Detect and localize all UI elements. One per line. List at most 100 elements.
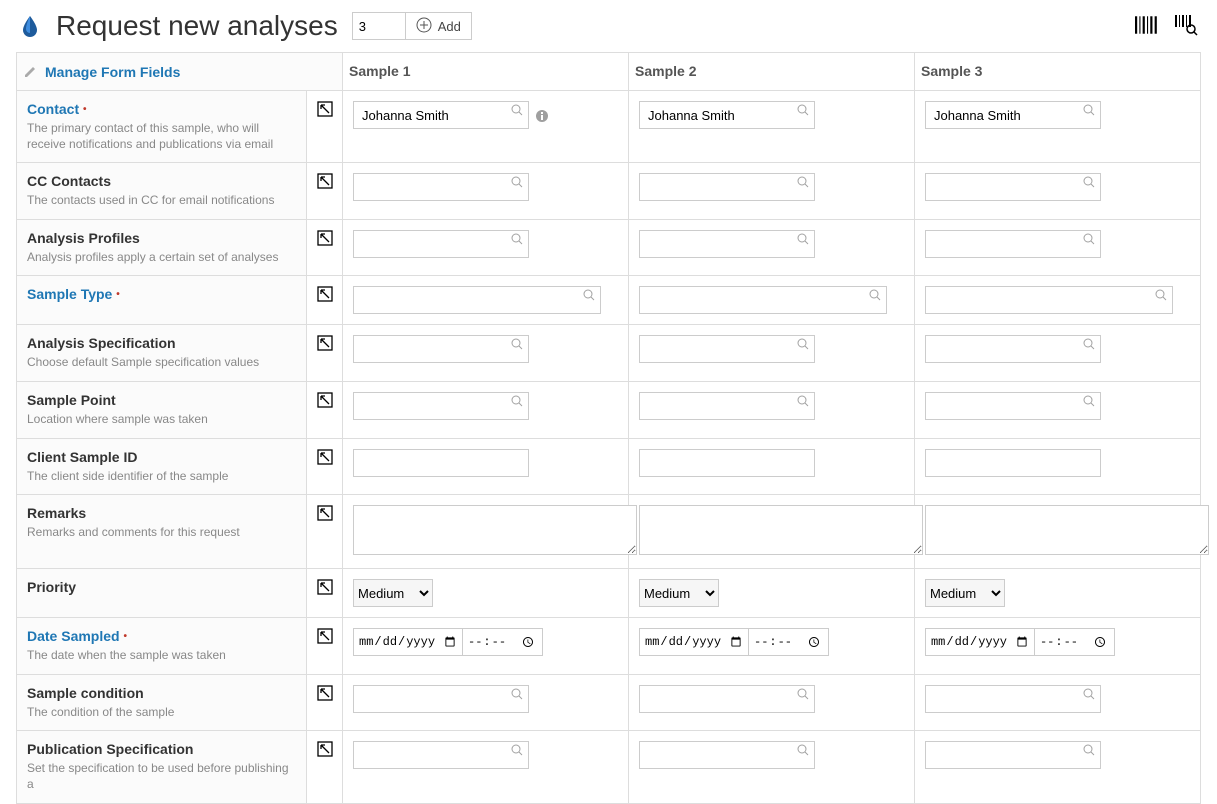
copy-across-icon[interactable] bbox=[317, 286, 333, 302]
search-icon[interactable] bbox=[1083, 395, 1095, 410]
client_sample_id-input[interactable] bbox=[639, 449, 815, 477]
analysis_specification-input[interactable] bbox=[925, 335, 1101, 363]
search-icon[interactable] bbox=[1083, 104, 1095, 119]
search-icon[interactable] bbox=[797, 233, 809, 248]
analysis_specification-input[interactable] bbox=[639, 335, 815, 363]
field-description: The primary contact of this sample, who … bbox=[27, 121, 296, 152]
field-row-analysis_profiles: Analysis ProfilesAnalysis profiles apply… bbox=[17, 219, 1201, 276]
field-row-date_sampled: Date Sampled •The date when the sample w… bbox=[17, 618, 1201, 675]
search-icon[interactable] bbox=[511, 338, 523, 353]
sample_type-input[interactable] bbox=[639, 286, 887, 314]
contact-input[interactable] bbox=[639, 101, 815, 129]
copy-across-icon[interactable] bbox=[317, 101, 333, 117]
field-row-cc_contacts: CC ContactsThe contacts used in CC for e… bbox=[17, 163, 1201, 220]
sample_point-input[interactable] bbox=[353, 392, 529, 420]
search-icon[interactable] bbox=[511, 233, 523, 248]
search-icon[interactable] bbox=[511, 688, 523, 703]
remarks-input[interactable] bbox=[639, 505, 923, 555]
sample_type-input[interactable] bbox=[353, 286, 601, 314]
analysis_profiles-input[interactable] bbox=[639, 230, 815, 258]
search-icon[interactable] bbox=[1155, 289, 1167, 304]
field-label: Analysis Profiles bbox=[27, 230, 296, 246]
copy-across-icon[interactable] bbox=[317, 579, 333, 595]
priority-input[interactable]: LowMediumHigh bbox=[925, 579, 1005, 607]
copy-across-icon[interactable] bbox=[317, 335, 333, 351]
analysis_profiles-input[interactable] bbox=[353, 230, 529, 258]
client_sample_id-input[interactable] bbox=[353, 449, 529, 477]
required-indicator: • bbox=[83, 104, 87, 115]
info-icon[interactable] bbox=[535, 109, 549, 123]
search-icon[interactable] bbox=[583, 289, 595, 304]
cc_contacts-input[interactable] bbox=[353, 173, 529, 201]
copy-across-icon[interactable] bbox=[317, 628, 333, 644]
copy-across-icon[interactable] bbox=[317, 173, 333, 189]
date_sampled-time-input[interactable] bbox=[749, 628, 829, 656]
search-icon[interactable] bbox=[797, 176, 809, 191]
remarks-input[interactable] bbox=[925, 505, 1209, 555]
plus-circle-icon bbox=[416, 17, 432, 36]
copy-across-icon[interactable] bbox=[317, 505, 333, 521]
search-icon[interactable] bbox=[869, 289, 881, 304]
cc_contacts-input[interactable] bbox=[639, 173, 815, 201]
search-icon[interactable] bbox=[797, 395, 809, 410]
field-row-contact: Contact •The primary contact of this sam… bbox=[17, 91, 1201, 163]
search-icon[interactable] bbox=[797, 104, 809, 119]
field-description: The condition of the sample bbox=[27, 705, 296, 721]
search-icon[interactable] bbox=[511, 176, 523, 191]
field-label: Analysis Specification bbox=[27, 335, 296, 351]
copy-across-icon[interactable] bbox=[317, 230, 333, 246]
manage-form-fields-link[interactable]: Manage Form Fields bbox=[23, 63, 180, 80]
copy-across-icon[interactable] bbox=[317, 449, 333, 465]
required-indicator: • bbox=[123, 631, 127, 642]
sample_point-input[interactable] bbox=[639, 392, 815, 420]
contact-input[interactable] bbox=[353, 101, 529, 129]
priority-input[interactable]: LowMediumHigh bbox=[353, 579, 433, 607]
sample-count-input[interactable] bbox=[352, 12, 406, 40]
contact-input[interactable] bbox=[925, 101, 1101, 129]
field-label: Sample condition bbox=[27, 685, 296, 701]
sample_type-input[interactable] bbox=[925, 286, 1173, 314]
field-description: The contacts used in CC for email notifi… bbox=[27, 193, 296, 209]
search-icon[interactable] bbox=[511, 395, 523, 410]
sample_condition-input[interactable] bbox=[353, 685, 529, 713]
client_sample_id-input[interactable] bbox=[925, 449, 1101, 477]
search-icon[interactable] bbox=[511, 744, 523, 759]
sample_point-input[interactable] bbox=[925, 392, 1101, 420]
copy-across-icon[interactable] bbox=[317, 392, 333, 408]
cc_contacts-input[interactable] bbox=[925, 173, 1101, 201]
search-icon[interactable] bbox=[1083, 233, 1095, 248]
publication_specification-input[interactable] bbox=[925, 741, 1101, 769]
date_sampled-time-input[interactable] bbox=[463, 628, 543, 656]
search-icon[interactable] bbox=[797, 688, 809, 703]
date_sampled-date-input[interactable] bbox=[353, 628, 463, 656]
analysis_specification-input[interactable] bbox=[353, 335, 529, 363]
search-icon[interactable] bbox=[1083, 338, 1095, 353]
search-icon[interactable] bbox=[1083, 688, 1095, 703]
sample_condition-input[interactable] bbox=[639, 685, 815, 713]
date_sampled-date-input[interactable] bbox=[925, 628, 1035, 656]
copy-across-icon[interactable] bbox=[317, 685, 333, 701]
copy-across-icon[interactable] bbox=[317, 741, 333, 757]
sample_condition-input[interactable] bbox=[925, 685, 1101, 713]
barcode-icon[interactable] bbox=[1135, 14, 1159, 39]
publication_specification-input[interactable] bbox=[353, 741, 529, 769]
field-description: Choose default Sample specification valu… bbox=[27, 355, 296, 371]
add-button[interactable]: Add bbox=[405, 12, 472, 40]
search-icon[interactable] bbox=[1083, 744, 1095, 759]
search-icon[interactable] bbox=[797, 744, 809, 759]
search-icon[interactable] bbox=[797, 338, 809, 353]
date_sampled-time-input[interactable] bbox=[1035, 628, 1115, 656]
analysis_profiles-input[interactable] bbox=[925, 230, 1101, 258]
barcode-search-icon[interactable] bbox=[1175, 13, 1199, 40]
date_sampled-date-input[interactable] bbox=[639, 628, 749, 656]
priority-input[interactable]: LowMediumHigh bbox=[639, 579, 719, 607]
page-header: Request new analyses Add bbox=[0, 0, 1217, 52]
field-row-sample_condition: Sample condition The condition of the sam… bbox=[17, 674, 1201, 731]
field-row-sample_point: Sample PointLocation where sample was ta… bbox=[17, 381, 1201, 438]
search-icon[interactable] bbox=[511, 104, 523, 119]
search-icon[interactable] bbox=[1083, 176, 1095, 191]
field-label: Publication Specification bbox=[27, 741, 296, 757]
publication_specification-input[interactable] bbox=[639, 741, 815, 769]
remarks-input[interactable] bbox=[353, 505, 637, 555]
field-row-remarks: RemarksRemarks and comments for this req… bbox=[17, 495, 1201, 569]
